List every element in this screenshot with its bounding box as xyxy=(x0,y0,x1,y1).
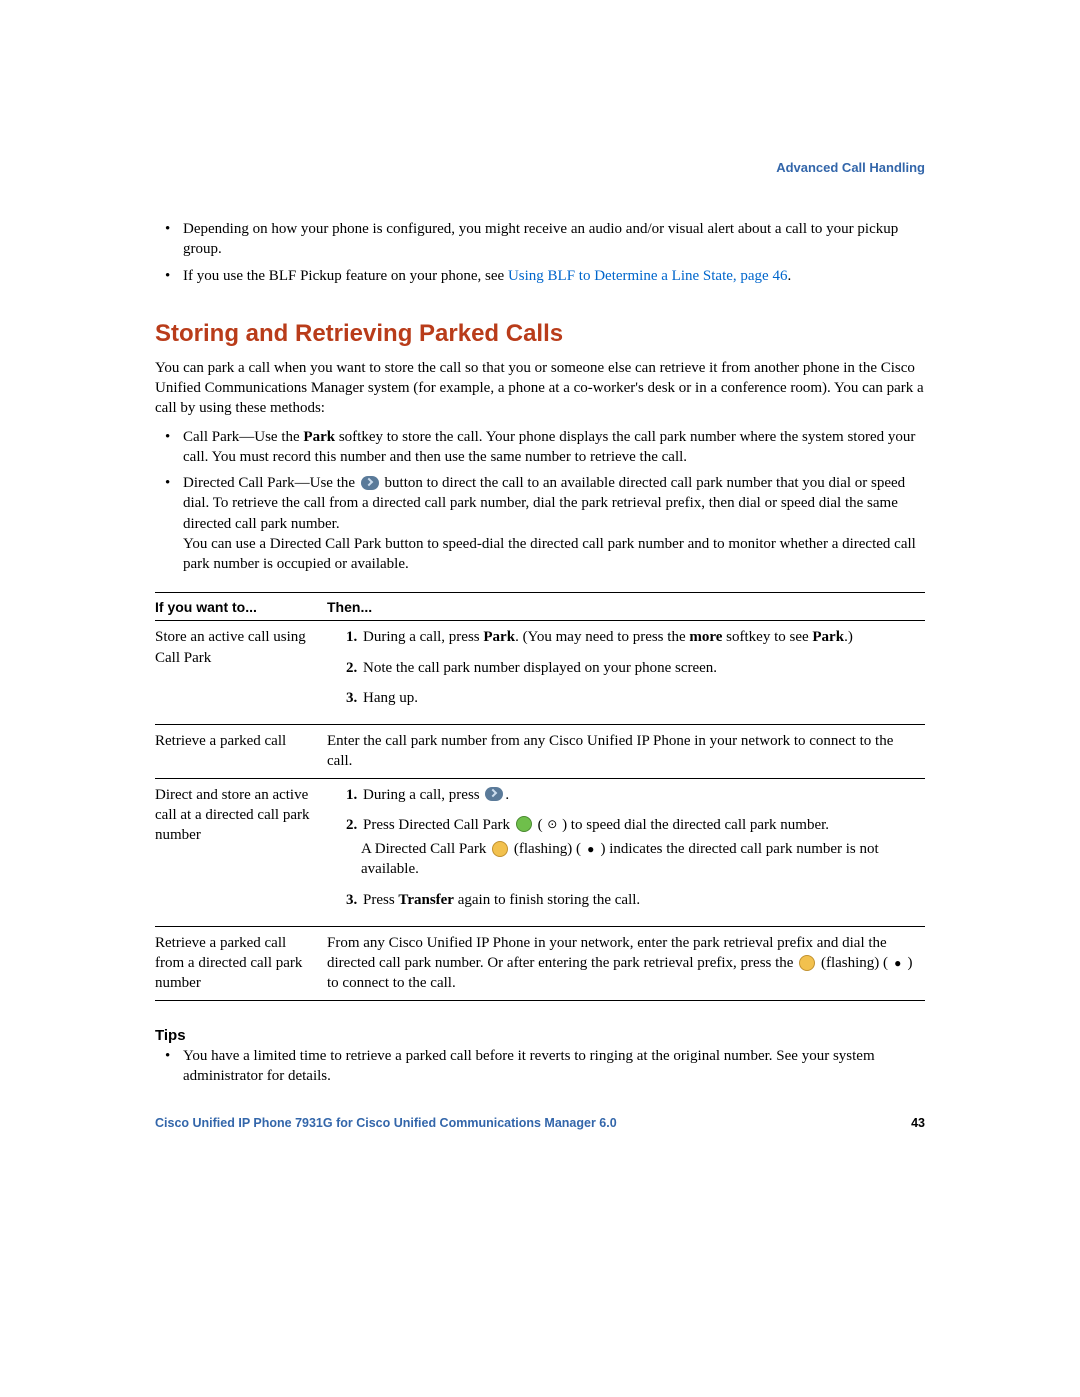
footer-doc-title: Cisco Unified IP Phone 7931G for Cisco U… xyxy=(155,1116,617,1130)
m2a: Directed Call Park—Use the xyxy=(183,475,359,491)
transfer-icon xyxy=(485,787,503,801)
r1-step1: During a call, press Park. (You may need… xyxy=(361,627,917,647)
tips-list: You have a limited time to retrieve a pa… xyxy=(155,1046,925,1087)
r3-step2: Press Directed Call Park ( ⊙ ) to speed … xyxy=(361,815,917,835)
intro-bullet-list: Depending on how your phone is configure… xyxy=(155,219,925,286)
tips-heading: Tips xyxy=(155,1027,925,1044)
r3-then: During a call, press . Press Directed Ca… xyxy=(327,778,925,926)
intro-bullet-2: If you use the BLF Pickup feature on you… xyxy=(155,266,925,286)
t: During a call, press xyxy=(363,629,483,645)
blf-link[interactable]: Using BLF to Determine a Line State, pag… xyxy=(508,268,788,284)
r4-then: From any Cisco Unified IP Phone in your … xyxy=(327,926,925,1000)
page-footer: Cisco Unified IP Phone 7931G for Cisco U… xyxy=(155,1116,925,1130)
col-header-then: Then... xyxy=(327,593,925,621)
method-directed-call-park: Directed Call Park—Use the button to dir… xyxy=(155,473,925,574)
t: Press xyxy=(363,892,398,908)
ring-filled-icon: ● xyxy=(892,957,904,969)
t: During a call, press xyxy=(363,787,483,803)
transfer-icon xyxy=(361,476,379,490)
page-header-section: Advanced Call Handling xyxy=(155,160,925,175)
ring-open-icon: ⊙ xyxy=(546,818,558,830)
r3-step3: Press Transfer again to finish storing t… xyxy=(361,890,917,910)
t: A Directed Call Park xyxy=(361,841,490,857)
table-row: Retrieve a parked call from a directed c… xyxy=(155,926,925,1000)
r3-step1: During a call, press . xyxy=(361,785,917,805)
intro-b2-after: . xyxy=(787,268,791,284)
table-row: Direct and store an active call at a dir… xyxy=(155,778,925,926)
footer-page-number: 43 xyxy=(911,1116,925,1130)
m1b: Park xyxy=(303,429,335,445)
t: Press Directed Call Park xyxy=(363,817,514,833)
r3-want: Direct and store an active call at a dir… xyxy=(155,778,327,926)
m1a: Call Park—Use the xyxy=(183,429,303,445)
t: (flashing) ( xyxy=(510,841,585,857)
intro-bullet-1: Depending on how your phone is configure… xyxy=(155,219,925,260)
t: . (You may need to press the xyxy=(515,629,689,645)
t: Park xyxy=(483,629,515,645)
section-title: Storing and Retrieving Parked Calls xyxy=(155,320,925,348)
method-list: Call Park—Use the Park softkey to store … xyxy=(155,427,925,575)
t: softkey to see xyxy=(722,629,812,645)
t: ) to speed dial the directed call park n… xyxy=(558,817,829,833)
r2-want: Retrieve a parked call xyxy=(155,725,327,779)
m2c: You can use a Directed Call Park button … xyxy=(183,536,916,572)
t: Park xyxy=(812,629,844,645)
table-row: Store an active call using Call Park Dur… xyxy=(155,621,925,725)
table-row: Retrieve a parked call Enter the call pa… xyxy=(155,725,925,779)
t: Transfer xyxy=(398,892,454,908)
section-intro-para: You can park a call when you want to sto… xyxy=(155,358,925,419)
r1-step3: Hang up. xyxy=(361,688,917,708)
r1-then: During a call, press Park. (You may need… xyxy=(327,621,925,725)
r4-want: Retrieve a parked call from a directed c… xyxy=(155,926,327,1000)
t: (flashing) ( xyxy=(817,955,892,971)
intro-b2-before: If you use the BLF Pickup feature on you… xyxy=(183,268,508,284)
green-led-icon xyxy=(516,816,532,832)
r2-then: Enter the call park number from any Cisc… xyxy=(327,725,925,779)
r3-note: A Directed Call Park (flashing) ( ● ) in… xyxy=(361,839,917,880)
ring-filled-icon: ● xyxy=(585,843,597,855)
t: more xyxy=(689,629,722,645)
r1-step2: Note the call park number displayed on y… xyxy=(361,658,917,678)
r1-want: Store an active call using Call Park xyxy=(155,621,327,725)
method-call-park: Call Park—Use the Park softkey to store … xyxy=(155,427,925,468)
tip-1: You have a limited time to retrieve a pa… xyxy=(155,1046,925,1087)
t: ( xyxy=(534,817,547,833)
t: again to finish storing the call. xyxy=(454,892,640,908)
instructions-table: If you want to... Then... Store an activ… xyxy=(155,592,925,1000)
amber-led-icon xyxy=(799,955,815,971)
t: .) xyxy=(844,629,853,645)
amber-led-icon xyxy=(492,841,508,857)
col-header-want: If you want to... xyxy=(155,593,327,621)
